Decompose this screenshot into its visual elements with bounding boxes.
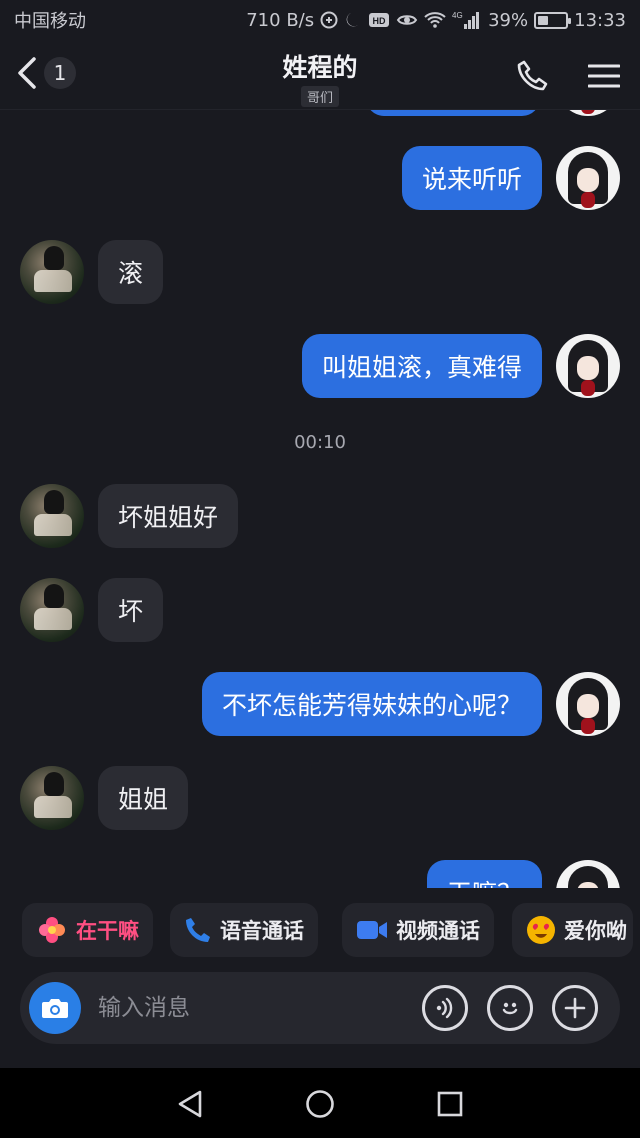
flower-icon: [39, 917, 65, 943]
message-input-bar: [20, 972, 620, 1044]
quick-action-label: 在干嘛: [76, 919, 139, 943]
nav-home-button[interactable]: [302, 1086, 338, 1122]
phone-icon: [186, 918, 210, 942]
message-bubble-outgoing[interactable]: 不坏怎能芳得妹妹的心呢？: [201, 672, 542, 736]
camera-icon: [42, 999, 68, 1018]
network-type-label: 4G: [452, 11, 463, 20]
smiley-icon: [502, 1002, 518, 1015]
chat-header: 1 姓程的 哥们: [0, 40, 640, 110]
message-text: 说来听听: [421, 165, 522, 194]
plus-icon: [564, 997, 586, 1019]
friend-avatar[interactable]: [20, 484, 84, 548]
quick-action-label: 视频通话: [396, 919, 480, 943]
sound-wave-icon: [436, 997, 453, 1019]
battery-percent: 39%: [488, 9, 529, 31]
video-camera-icon: [357, 921, 387, 939]
quick-action-voice-call[interactable]: 语音通话: [170, 903, 318, 957]
message-bubble-incoming[interactable]: 坏: [98, 578, 164, 642]
chat-screen: 中国移动 710 B/s HD 4G 39% 13:33 1 姓程的 哥们 说来…: [0, 0, 640, 1138]
network-speed: 710 B/s: [246, 9, 315, 31]
my-avatar[interactable]: [556, 334, 620, 398]
quick-action-label: 语音通话: [220, 919, 304, 943]
voice-message-button[interactable]: [422, 985, 468, 1031]
more-options-button[interactable]: [552, 985, 598, 1031]
camera-button[interactable]: [29, 982, 81, 1034]
emoji-button[interactable]: [487, 985, 533, 1031]
call-button[interactable]: [514, 58, 550, 94]
nav-recents-button[interactable]: [432, 1086, 468, 1122]
triangle-back-icon: [178, 1090, 202, 1118]
quick-action-label: 爱你呦: [564, 919, 627, 943]
message-bubble-outgoing[interactable]: 叫姐姐滚，真难得: [301, 334, 542, 398]
clock: 13:33: [574, 9, 626, 31]
my-avatar[interactable]: [556, 860, 620, 888]
friend-avatar[interactable]: [20, 240, 84, 304]
message-timestamp: 00:10: [294, 432, 346, 453]
status-icons: 710 B/s HD 4G 39% 13:33: [246, 10, 626, 31]
message-list[interactable]: 说来听听 滚 叫姐姐滚，真难得 00:10 坏姐姐好 坏 不坏怎能芳得妹妹的心呢…: [0, 110, 640, 888]
quick-actions-bar[interactable]: 在干嘛 语音通话 视频通话 爱你呦: [0, 900, 640, 960]
hd-icon: HD: [368, 11, 390, 29]
my-avatar[interactable]: [556, 146, 620, 210]
wifi-icon: [424, 11, 446, 29]
message-bubble-incoming[interactable]: 姐姐: [98, 766, 189, 830]
message-text: 滚: [118, 259, 144, 288]
nav-back-button[interactable]: [172, 1086, 208, 1122]
menu-button[interactable]: [586, 58, 622, 94]
quick-action-love-you[interactable]: 爱你呦: [512, 903, 633, 957]
moon-icon: [344, 11, 362, 29]
message-text: 坏: [118, 597, 144, 626]
phone-icon: [517, 60, 548, 91]
contact-group-tag: 哥们: [300, 86, 339, 107]
my-avatar[interactable]: [556, 110, 620, 116]
message-input[interactable]: [98, 988, 398, 1028]
message-text: 叫姐姐滚，真难得: [321, 353, 522, 382]
friend-avatar[interactable]: [20, 766, 84, 830]
message-text: 坏姐姐好: [118, 503, 219, 532]
battery-icon: [534, 11, 572, 29]
data-saver-icon: [320, 11, 338, 29]
message-bubble-incoming[interactable]: 坏姐姐好: [98, 484, 239, 548]
message-text: 干嘛？: [447, 874, 522, 888]
message-bubble-partial[interactable]: [366, 110, 540, 116]
system-navigation-bar: [0, 1068, 640, 1138]
my-avatar[interactable]: [556, 672, 620, 736]
svg-text:HD: HD: [373, 16, 386, 26]
quick-action-whats-up[interactable]: 在干嘛: [22, 903, 153, 957]
carrier-label: 中国移动: [14, 11, 86, 32]
eye-icon: [396, 11, 418, 29]
message-bubble-incoming[interactable]: 滚: [98, 240, 164, 304]
hamburger-menu-icon: [588, 64, 620, 88]
square-recents-icon: [437, 1091, 463, 1117]
message-text: 姐姐: [118, 785, 169, 814]
quick-action-video-call[interactable]: 视频通话: [342, 903, 494, 957]
cellular-signal-icon: 4G: [452, 10, 482, 30]
status-bar: 中国移动 710 B/s HD 4G 39% 13:33: [0, 0, 640, 40]
heart-eyes-emoji-icon: [527, 916, 555, 944]
circle-home-icon: [306, 1090, 334, 1118]
message-bubble-outgoing[interactable]: 干嘛？: [426, 860, 542, 888]
message-text: 不坏怎能芳得妹妹的心呢？: [221, 691, 522, 720]
friend-avatar[interactable]: [20, 578, 84, 642]
message-bubble-outgoing[interactable]: 说来听听: [401, 146, 542, 210]
